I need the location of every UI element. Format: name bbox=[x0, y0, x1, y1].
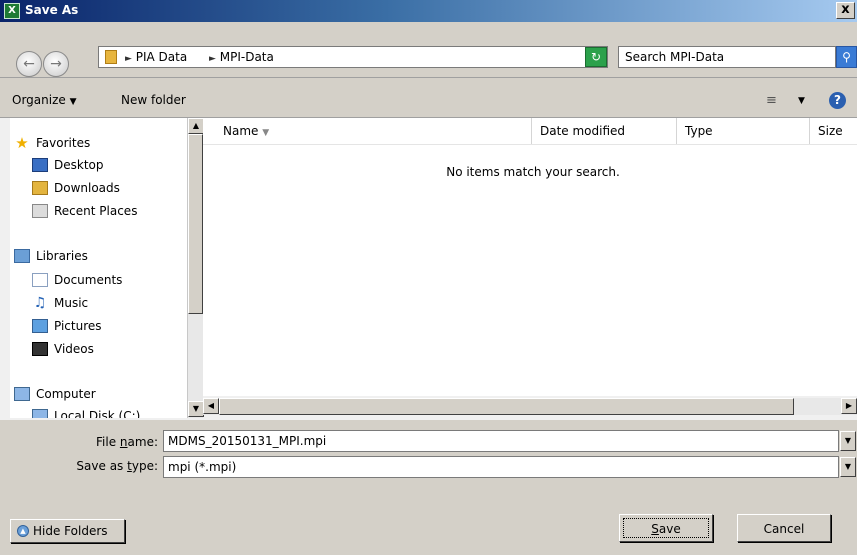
file-name-label: File name: bbox=[96, 435, 158, 449]
search-input[interactable]: Search MPI-Data bbox=[618, 46, 836, 68]
libraries-icon bbox=[14, 249, 30, 263]
column-header-date-modified[interactable]: Date modified bbox=[532, 118, 677, 144]
recent-places-icon bbox=[32, 204, 48, 218]
breadcrumb-pia-data[interactable]: ► PIA Data bbox=[125, 50, 187, 64]
computer-icon bbox=[14, 387, 30, 401]
empty-message: No items match your search. bbox=[446, 165, 620, 179]
nav-downloads[interactable]: Downloads bbox=[10, 179, 120, 197]
file-list[interactable] bbox=[203, 118, 857, 396]
search-icon[interactable]: ⚲ bbox=[836, 46, 857, 68]
breadcrumb-mpi-data[interactable]: ► MPI-Data bbox=[209, 50, 274, 64]
nav-local-disk[interactable]: Local Disk (C:) bbox=[10, 407, 140, 418]
close-button[interactable]: x bbox=[836, 2, 855, 19]
documents-icon bbox=[32, 273, 48, 287]
scroll-left-icon[interactable]: ◀ bbox=[203, 398, 219, 414]
excel-app-icon: X bbox=[4, 3, 20, 19]
videos-icon bbox=[32, 342, 48, 356]
sort-arrow-icon: ▼ bbox=[262, 128, 270, 138]
scroll-right-icon[interactable]: ▶ bbox=[841, 398, 857, 414]
navigation-pane: ★ Favorites Desktop Downloads Recent Pla… bbox=[10, 118, 187, 418]
nav-desktop[interactable]: Desktop bbox=[10, 156, 104, 174]
column-header-type[interactable]: Type bbox=[677, 118, 810, 144]
back-button[interactable]: ← bbox=[16, 51, 42, 77]
nav-documents[interactable]: Documents bbox=[10, 271, 122, 289]
disk-icon bbox=[32, 409, 48, 418]
address-bar[interactable]: ► PIA Data ► MPI-Data ▼ bbox=[98, 46, 671, 68]
column-header-size[interactable]: Size bbox=[810, 118, 857, 144]
nav-libraries[interactable]: Libraries bbox=[10, 247, 88, 265]
horizontal-scrollbar[interactable]: ◀ ▶ bbox=[203, 398, 857, 415]
organize-button[interactable]: Organize ▼ bbox=[12, 93, 77, 107]
collapse-icon: ▲ bbox=[17, 525, 29, 537]
scroll-up-icon[interactable]: ▲ bbox=[188, 118, 204, 134]
save-as-type-dropdown-icon[interactable]: ▼ bbox=[840, 457, 856, 477]
folder-icon bbox=[105, 50, 117, 64]
music-icon: ♫ bbox=[33, 295, 47, 311]
nav-videos[interactable]: Videos bbox=[10, 340, 94, 358]
star-icon: ★ bbox=[15, 134, 29, 152]
save-as-type-select[interactable]: mpi (*.mpi) bbox=[163, 456, 839, 478]
forward-button[interactable]: → bbox=[43, 51, 69, 77]
scroll-thumb[interactable] bbox=[219, 398, 794, 415]
save-as-type-label: Save as type: bbox=[76, 459, 158, 473]
save-button[interactable]: Save bbox=[619, 514, 713, 542]
views-icon[interactable]: ≡ bbox=[766, 93, 777, 108]
file-name-field[interactable]: MDMS_20150131_MPI.mpi bbox=[163, 430, 839, 452]
pictures-icon bbox=[32, 319, 48, 333]
nav-music[interactable]: ♫ Music bbox=[10, 294, 88, 312]
nav-computer[interactable]: Computer bbox=[10, 385, 96, 403]
desktop-icon bbox=[32, 158, 48, 172]
header-divider bbox=[203, 144, 857, 145]
cancel-button[interactable]: Cancel bbox=[737, 514, 831, 542]
title-bar: X Save As x bbox=[0, 0, 857, 22]
column-header-name[interactable]: Name ▼ bbox=[215, 118, 532, 144]
nav-recent-places[interactable]: Recent Places bbox=[10, 202, 137, 220]
refresh-icon[interactable]: ↻ bbox=[585, 47, 607, 67]
new-folder-button[interactable]: New folder bbox=[121, 93, 186, 107]
downloads-folder-icon bbox=[32, 181, 48, 195]
file-name-dropdown-icon[interactable]: ▼ bbox=[840, 431, 856, 451]
nav-pictures[interactable]: Pictures bbox=[10, 317, 102, 335]
help-icon[interactable]: ? bbox=[829, 92, 846, 109]
scroll-thumb[interactable] bbox=[188, 134, 203, 314]
scroll-down-icon[interactable]: ▼ bbox=[188, 401, 204, 417]
views-dropdown-icon[interactable]: ▼ bbox=[798, 96, 805, 106]
nav-favorites[interactable]: ★ Favorites bbox=[10, 134, 90, 152]
window-title: Save As bbox=[25, 3, 79, 17]
navigation-scrollbar[interactable]: ▲ ▼ bbox=[187, 118, 204, 418]
